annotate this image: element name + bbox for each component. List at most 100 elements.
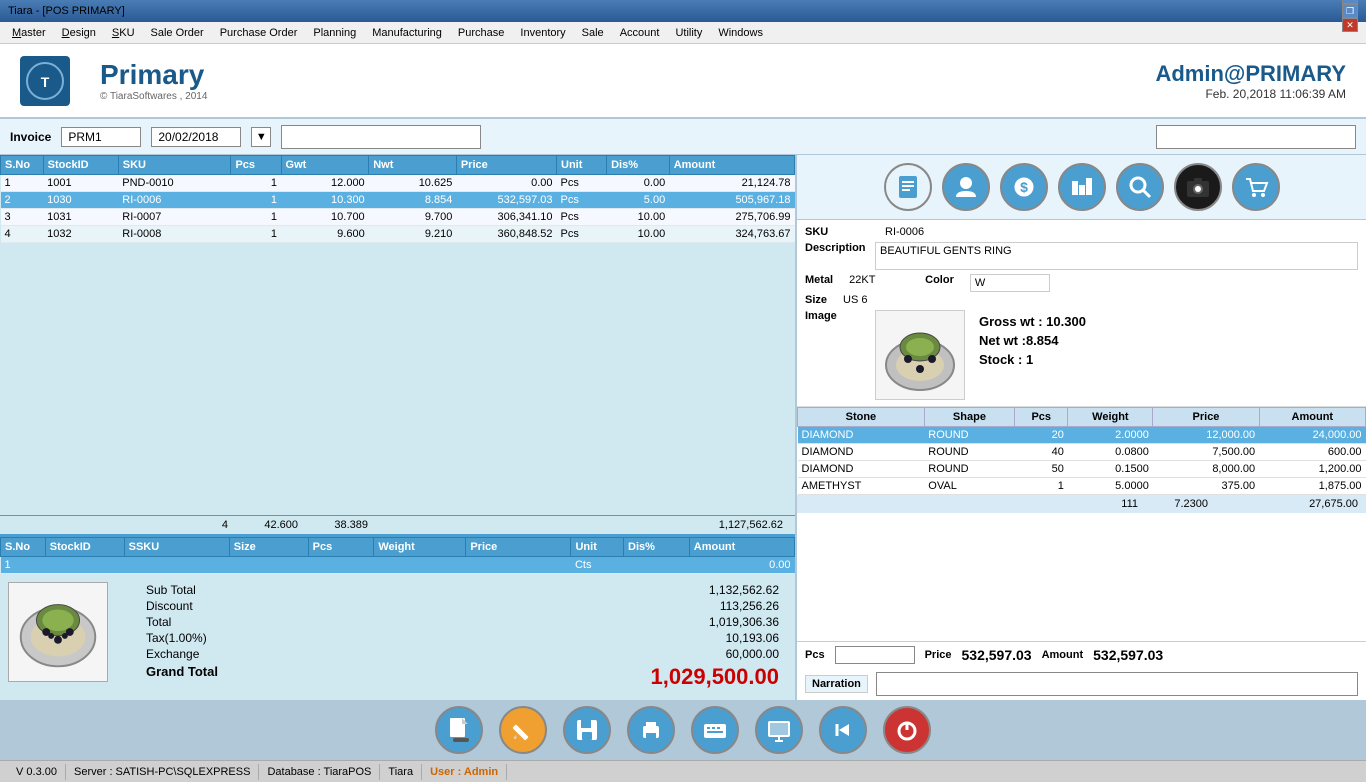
sd-pcs: 1 bbox=[1015, 478, 1068, 495]
menu-utility[interactable]: Utility bbox=[667, 25, 710, 41]
sd-shape: ROUND bbox=[924, 444, 1014, 461]
row-sno: 3 bbox=[1, 209, 44, 226]
preview-section bbox=[0, 574, 130, 700]
menu-windows[interactable]: Windows bbox=[710, 25, 771, 41]
new-document-button[interactable] bbox=[435, 706, 483, 754]
titlebar: Tiara - [POS PRIMARY] — ❐ ✕ bbox=[0, 0, 1366, 22]
narration-input[interactable] bbox=[876, 672, 1358, 696]
pcs-input[interactable] bbox=[835, 646, 915, 664]
back-button[interactable] bbox=[819, 706, 867, 754]
row-price: 0.00 bbox=[456, 175, 556, 192]
close-button[interactable]: ✕ bbox=[1342, 18, 1358, 32]
row-pcs: 1 bbox=[231, 192, 281, 209]
save-button[interactable] bbox=[563, 706, 611, 754]
cart-icon-button[interactable] bbox=[1232, 163, 1280, 211]
menu-purchase[interactable]: Purchase bbox=[450, 25, 512, 41]
menu-sale[interactable]: Sale bbox=[574, 25, 612, 41]
stone-details-tbody: DIAMOND ROUND 20 2.0000 12,000.00 24,000… bbox=[798, 427, 1366, 495]
invoice-number-input[interactable] bbox=[61, 127, 141, 147]
stone-row-size bbox=[229, 557, 308, 574]
description-value: BEAUTIFUL GENTS RING bbox=[875, 242, 1358, 270]
table-row[interactable]: 1 1001 PND-0010 1 12.000 10.625 0.00 Pcs… bbox=[1, 175, 795, 192]
database-status: Database : TiaraPOS bbox=[259, 764, 380, 780]
tax-label: Tax(1.00%) bbox=[146, 631, 207, 645]
power-button[interactable] bbox=[883, 706, 931, 754]
screen-button[interactable] bbox=[755, 706, 803, 754]
payment-icon-button[interactable]: $ bbox=[1000, 163, 1048, 211]
row-nwt: 8.854 bbox=[369, 192, 457, 209]
row-unit: Pcs bbox=[557, 209, 607, 226]
invoice-icon-button[interactable] bbox=[884, 163, 932, 211]
calendar-button[interactable]: ▼ bbox=[251, 127, 271, 147]
stone-detail-row[interactable]: AMETHYST OVAL 1 5.0000 375.00 1,875.00 bbox=[798, 478, 1366, 495]
description-label: Description bbox=[805, 242, 865, 254]
total-value: 1,019,306.36 bbox=[709, 615, 779, 629]
stone-total-price-spacer bbox=[1208, 498, 1278, 510]
menu-design[interactable]: Design bbox=[54, 25, 104, 41]
menu-planning[interactable]: Planning bbox=[305, 25, 364, 41]
row-amount: 324,763.67 bbox=[669, 226, 794, 243]
sh-pcs: Pcs bbox=[308, 538, 374, 557]
stone-row-sno: 1 bbox=[1, 557, 46, 574]
table-row[interactable]: 3 1031 RI-0007 1 10.700 9.700 306,341.10… bbox=[1, 209, 795, 226]
menu-manufacturing[interactable]: Manufacturing bbox=[364, 25, 450, 41]
items-tbody: 1 1001 PND-0010 1 12.000 10.625 0.00 Pcs… bbox=[1, 175, 795, 243]
price-value: 532,597.03 bbox=[962, 647, 1032, 663]
sd-pcs: 40 bbox=[1015, 444, 1068, 461]
invoice-label: Invoice bbox=[10, 130, 51, 144]
camera-icon-button[interactable] bbox=[1174, 163, 1222, 211]
menu-sku[interactable]: SKU bbox=[104, 25, 143, 41]
table-row[interactable]: 2 1030 RI-0006 1 10.300 8.854 532,597.03… bbox=[1, 192, 795, 209]
stone-detail-row[interactable]: DIAMOND ROUND 40 0.0800 7,500.00 600.00 bbox=[798, 444, 1366, 461]
stone-row-dis bbox=[624, 557, 690, 574]
secondary-search-input[interactable] bbox=[1156, 125, 1356, 149]
menu-master[interactable]: Master bbox=[4, 25, 54, 41]
customer-icon-button[interactable] bbox=[942, 163, 990, 211]
grand-total-label: Grand Total bbox=[146, 664, 218, 690]
report-icon-button[interactable] bbox=[1058, 163, 1106, 211]
row-nwt: 9.210 bbox=[369, 226, 457, 243]
color-label: Color bbox=[925, 274, 954, 292]
exchange-label: Exchange bbox=[146, 647, 199, 661]
table-row[interactable]: 4 1032 RI-0008 1 9.600 9.210 360,848.52 … bbox=[1, 226, 795, 243]
stock-text: Stock : 1 bbox=[979, 352, 1086, 367]
sh-unit: Unit bbox=[571, 538, 624, 557]
stone-detail-row[interactable]: DIAMOND ROUND 20 2.0000 12,000.00 24,000… bbox=[798, 427, 1366, 444]
sdh-amount: Amount bbox=[1259, 408, 1365, 427]
admin-info: Admin@PRIMARY Feb. 20,2018 11:06:39 AM bbox=[1155, 61, 1346, 101]
server-status: Server : SATISH-PC\SQLEXPRESS bbox=[66, 764, 259, 780]
edit-button[interactable] bbox=[499, 706, 547, 754]
print-button[interactable] bbox=[627, 706, 675, 754]
exchange-row: Exchange 60,000.00 bbox=[146, 646, 779, 662]
restore-button[interactable]: ❐ bbox=[1342, 4, 1358, 18]
menu-purchaseorder[interactable]: Purchase Order bbox=[212, 25, 306, 41]
left-panel: S.No StockID SKU Pcs Gwt Nwt Price Unit … bbox=[0, 155, 795, 700]
row-sku: RI-0008 bbox=[118, 226, 231, 243]
size-row: Size US 6 bbox=[805, 294, 1358, 306]
grand-total-value: 1,029,500.00 bbox=[651, 664, 779, 690]
search-detail-icon-button[interactable] bbox=[1116, 163, 1164, 211]
row-dis: 10.00 bbox=[607, 209, 670, 226]
row-price: 360,848.52 bbox=[456, 226, 556, 243]
sh-stockid: StockID bbox=[45, 538, 124, 557]
sh-dis: Dis% bbox=[624, 538, 690, 557]
sd-weight: 2.0000 bbox=[1068, 427, 1153, 444]
totals-pcs: 4 bbox=[188, 519, 228, 531]
tax-row: Tax(1.00%) 10,193.06 bbox=[146, 630, 779, 646]
row-sno: 2 bbox=[1, 192, 44, 209]
invoice-date-input[interactable] bbox=[151, 127, 241, 147]
menu-account[interactable]: Account bbox=[612, 25, 668, 41]
search-input[interactable] bbox=[281, 125, 481, 149]
keyboard-button[interactable] bbox=[691, 706, 739, 754]
menu-inventory[interactable]: Inventory bbox=[512, 25, 573, 41]
preview-image bbox=[8, 582, 108, 682]
table-row[interactable]: 1 Cts 0.00 bbox=[1, 557, 795, 574]
row-nwt: 10.625 bbox=[369, 175, 457, 192]
summary-section: Sub Total 1,132,562.62 Discount 113,256.… bbox=[130, 574, 795, 700]
sd-amount: 1,875.00 bbox=[1259, 478, 1365, 495]
admin-name: Admin@PRIMARY bbox=[1155, 61, 1346, 87]
amount-value: 532,597.03 bbox=[1093, 647, 1163, 663]
stone-detail-row[interactable]: DIAMOND ROUND 50 0.1500 8,000.00 1,200.0… bbox=[798, 461, 1366, 478]
menu-saleorder[interactable]: Sale Order bbox=[143, 25, 212, 41]
header-pcs: Pcs bbox=[231, 156, 281, 175]
